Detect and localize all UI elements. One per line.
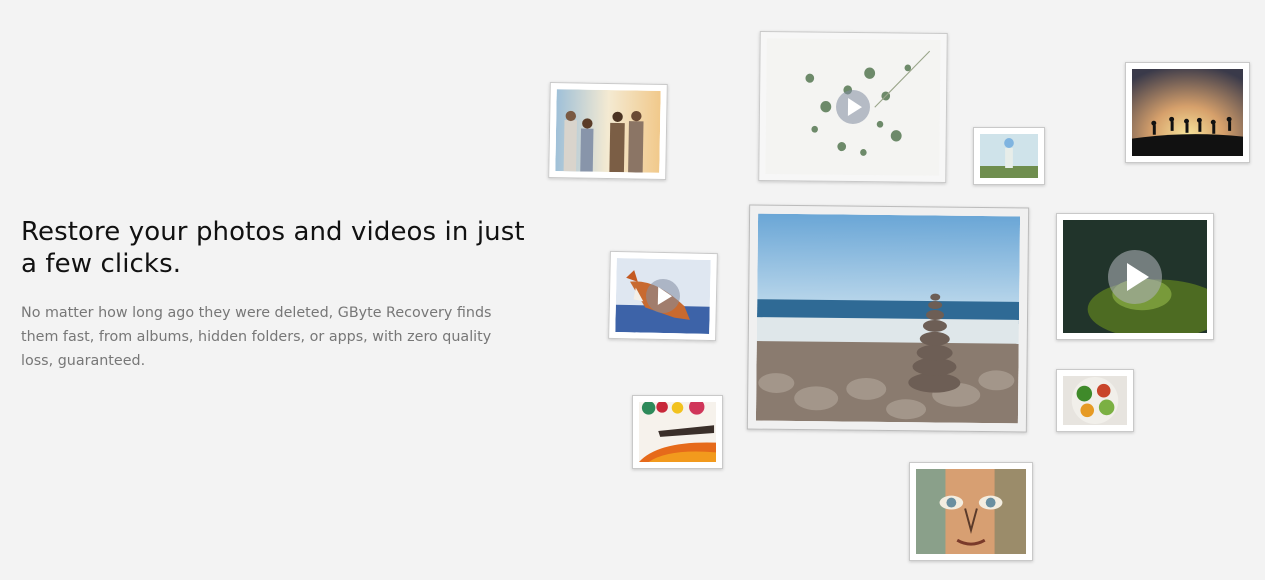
photo-thumbnail-salad[interactable] bbox=[1056, 369, 1134, 432]
photo-thumbnail-statue[interactable] bbox=[973, 127, 1045, 185]
hero-text: Restore your photos and videos in just a… bbox=[21, 216, 541, 373]
photo-thumbnail-sunset[interactable] bbox=[1125, 62, 1250, 163]
video-thumbnail-moss[interactable] bbox=[1056, 213, 1214, 340]
play-icon[interactable] bbox=[835, 89, 871, 125]
video-thumbnail-fox[interactable] bbox=[608, 250, 718, 342]
play-icon[interactable] bbox=[1108, 249, 1162, 304]
photo-thumbnail-street-art[interactable] bbox=[909, 462, 1033, 561]
hero-description: No matter how long ago they were deleted… bbox=[21, 305, 492, 369]
photo-thumbnail-paints[interactable] bbox=[632, 395, 723, 469]
hero-title: Restore your photos and videos in just a… bbox=[21, 217, 525, 279]
photo-thumbnail-beach-stones[interactable] bbox=[746, 204, 1030, 433]
photo-thumbnail-friends[interactable] bbox=[548, 81, 668, 181]
video-thumbnail-plants[interactable] bbox=[758, 31, 948, 183]
